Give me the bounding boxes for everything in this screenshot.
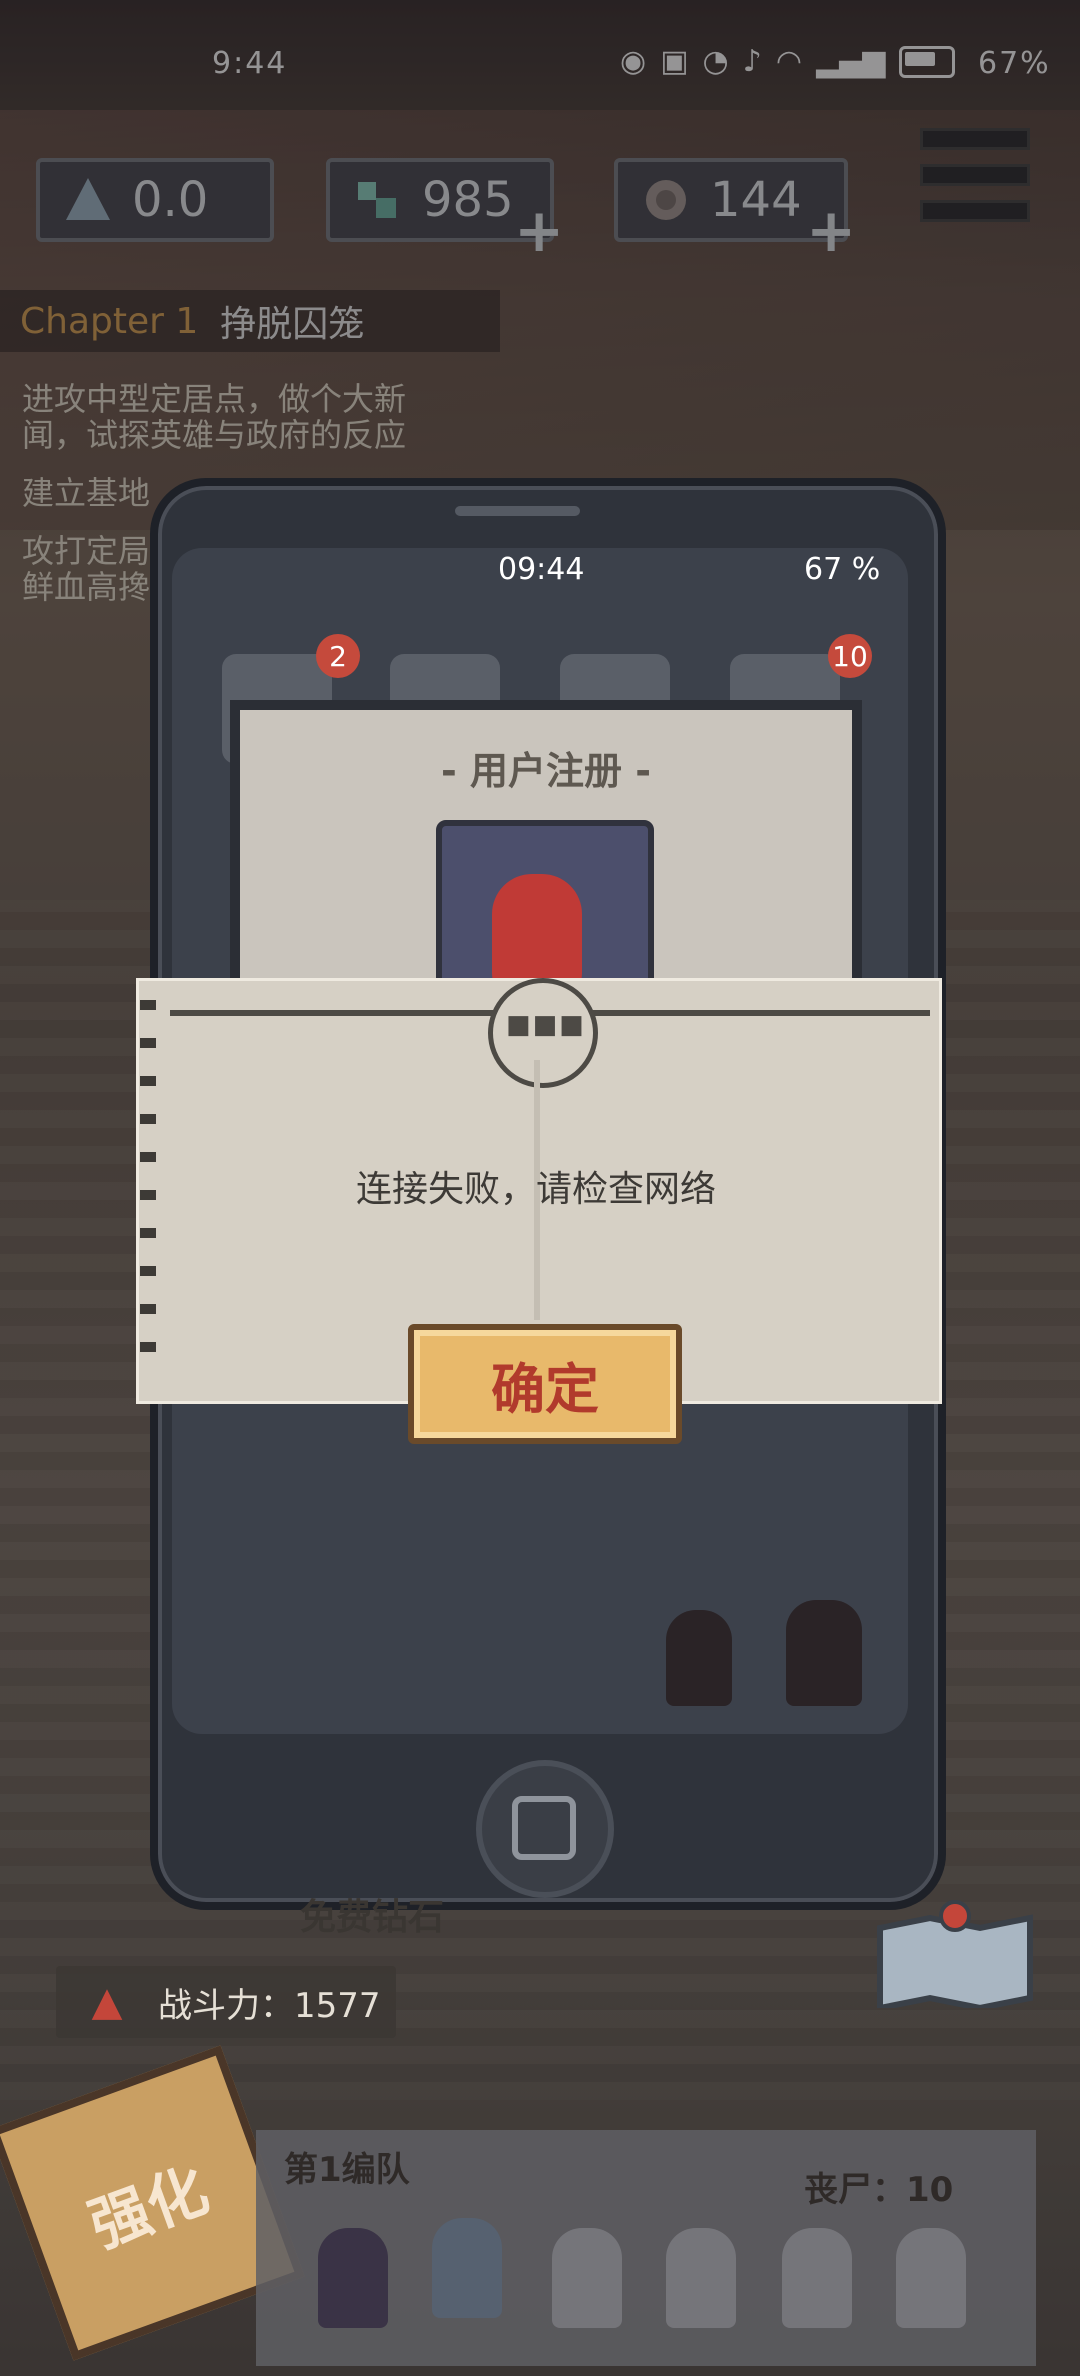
power-value: 战斗力：1577 bbox=[158, 1985, 381, 2026]
phone-speaker bbox=[455, 506, 580, 516]
team-name: 第1编队 bbox=[284, 2150, 410, 2190]
free-gems-label[interactable]: 免费钻石 bbox=[300, 1888, 444, 1940]
phone-battery: 67 % bbox=[804, 552, 881, 587]
team-slot[interactable] bbox=[318, 2228, 388, 2328]
more-icon: ■■■ bbox=[506, 1010, 586, 1040]
parrot-avatar-icon bbox=[492, 874, 582, 994]
team-slot[interactable] bbox=[432, 2218, 502, 2318]
warning-icon: ▲ bbox=[91, 1979, 123, 2025]
phone-time: 09:44 bbox=[498, 552, 585, 587]
team-slot[interactable] bbox=[896, 2228, 966, 2328]
app-badge: 2 bbox=[316, 634, 360, 678]
map-icon[interactable] bbox=[870, 1898, 1040, 2008]
team-slot[interactable] bbox=[552, 2228, 622, 2328]
team-slot[interactable] bbox=[782, 2228, 852, 2328]
dialog-message: 连接失败，请检查网络 bbox=[355, 1169, 716, 1210]
zombie-count: 丧尸：10 bbox=[804, 2170, 954, 2210]
confirm-button[interactable]: 确定 bbox=[408, 1324, 682, 1444]
home-square-icon bbox=[512, 1796, 576, 1860]
character-sprite bbox=[786, 1600, 862, 1706]
power-display: ▲ 战斗力：1577 bbox=[56, 1966, 396, 2038]
register-title: - 用户注册 - bbox=[440, 749, 651, 793]
team-slot[interactable] bbox=[666, 2228, 736, 2328]
phone-home-button[interactable] bbox=[476, 1760, 614, 1898]
app-badge: 10 bbox=[828, 634, 872, 678]
character-sprite bbox=[666, 1610, 732, 1706]
